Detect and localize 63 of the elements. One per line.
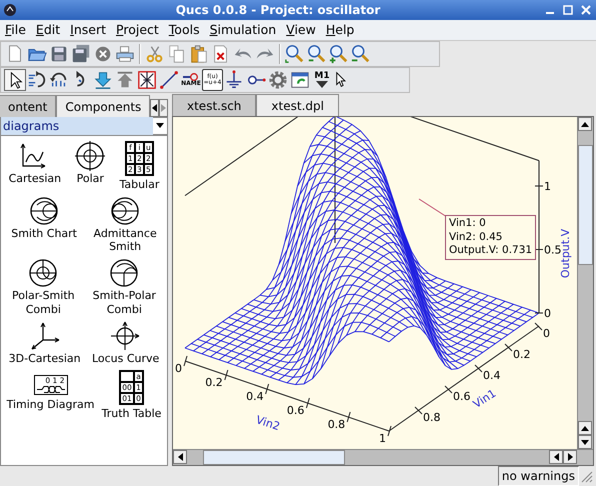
zoom-actual-size-icon[interactable] [307,42,327,65]
panel-tab[interactable]: ontent [0,94,56,117]
clipboard-icon[interactable] [189,42,209,65]
menu-item[interactable]: File [0,20,31,40]
axis-tick-label: 0.8 [423,411,440,424]
panel-tab[interactable]: Components [56,94,150,117]
component-item[interactable]: 3D-Cartesian [8,320,82,365]
axis-tick-label: 0 [543,327,550,340]
zoom-in-icon[interactable] [329,42,349,65]
triangle-icon [315,80,329,88]
axis-title: Vin1 [470,386,498,411]
axis-tick-label: 0 [544,307,551,320]
group-dropdown[interactable]: diagrams [0,116,168,135]
document-tab[interactable]: xtest.sch [172,94,256,116]
floppy-disks-icon[interactable] [71,42,91,65]
zoom-out-icon[interactable] [351,42,371,65]
component-item[interactable]: Polar-Smith Combi [11,257,76,316]
close-icon[interactable] [579,2,593,17]
menu-item[interactable]: Simulation [204,20,282,40]
axis-tick-label: 1 [379,432,386,445]
scroll-right-button[interactable] [159,98,168,117]
status-message: no warnings [498,466,579,486]
axis-title: Output.V [559,228,572,278]
menu-item[interactable]: View [281,20,321,40]
marker-label: Vin1: 0 Vin2: 0.45 Output.V: 0.731 [445,215,536,260]
menu-item[interactable]: Help [320,20,360,40]
axis-tick-label: 0 [175,362,182,375]
probe-icon [183,72,199,81]
axis-tick-label: 0.4 [246,390,264,403]
marker-button[interactable]: M1 [311,68,333,91]
resize-grip-icon[interactable] [579,469,593,483]
menu-item[interactable]: Edit [30,20,66,40]
axis-tick-label: 0.6 [286,404,304,417]
axis-tick-label: 1 [544,180,551,193]
gear-icon[interactable] [268,68,288,91]
maximize-icon[interactable] [561,2,575,17]
component-item[interactable]: Smith Chart [10,195,78,254]
crossed-box-icon[interactable] [137,68,157,91]
wire-icon[interactable] [159,68,179,91]
ground-icon[interactable] [224,68,244,91]
axis-tick-label: 0.2 [205,376,223,389]
document-tab[interactable]: xtest.dpl [256,94,339,116]
axis-tick-label: 0.5 [544,244,562,256]
vertical-scrollbar[interactable] [577,117,593,449]
component-item[interactable]: Cartesian [8,140,62,191]
menu-item[interactable]: Project [111,20,164,40]
component-item[interactable]: Admittance Smith [92,195,158,254]
axis-title: Vin2 [254,413,282,434]
window-title: Qucs 0.0.8 - Project: oscillator [174,2,382,19]
menu-item[interactable]: Tools [164,20,205,40]
menu-item[interactable]: Insert [65,20,111,40]
zoom-fit-icon[interactable] [285,42,305,65]
component-item[interactable]: Polar [71,140,110,191]
app-icon [3,2,17,17]
axis-tick-label: 0.4 [483,369,500,382]
horizontal-scrollbar[interactable] [173,449,593,465]
leader-line [418,198,448,218]
axis-tick-label: 0.8 [328,418,346,431]
component-item[interactable]: Smith-Polar Combi [92,257,157,316]
axis-tick-label: 0.2 [513,348,530,361]
component-item[interactable]: Locus Curve [90,320,160,365]
scroll-left-button[interactable] [150,98,160,117]
axis-tick-label: 0.6 [453,390,470,403]
